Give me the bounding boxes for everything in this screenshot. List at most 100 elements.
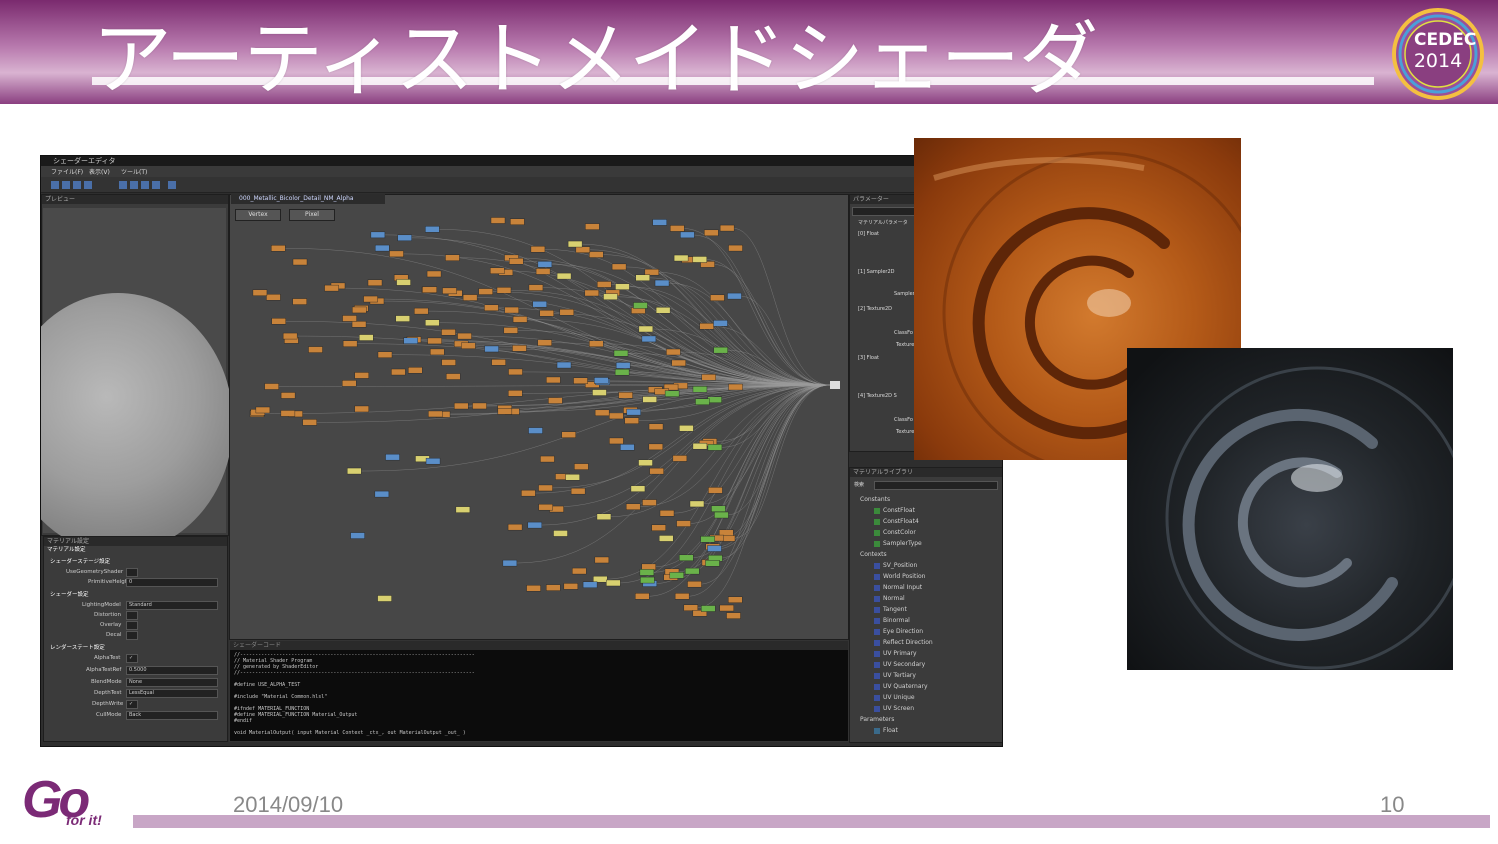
shader-node[interactable] bbox=[546, 584, 561, 591]
shader-node[interactable] bbox=[292, 258, 308, 266]
library-item[interactable]: Tangent bbox=[874, 606, 907, 614]
shader-node[interactable] bbox=[574, 463, 589, 470]
node-graph-canvas[interactable] bbox=[229, 194, 849, 640]
graph-tab[interactable]: 000_Metallic_Bicolor_Detail_NM_Alpha bbox=[231, 194, 385, 204]
shader-node[interactable] bbox=[707, 545, 722, 552]
shader-node[interactable] bbox=[641, 335, 657, 343]
shader-node[interactable] bbox=[705, 560, 720, 567]
shader-node[interactable] bbox=[648, 443, 664, 451]
shader-node[interactable] bbox=[692, 386, 708, 393]
shader-node[interactable] bbox=[664, 390, 680, 397]
shader-node[interactable] bbox=[614, 368, 630, 376]
library-item[interactable]: UV Unique bbox=[874, 694, 915, 702]
shader-node[interactable] bbox=[589, 340, 604, 347]
shader-node[interactable] bbox=[701, 374, 716, 381]
param-tree-item[interactable]: [3] Float bbox=[858, 355, 879, 361]
shader-node[interactable] bbox=[655, 307, 671, 314]
depth-test-select[interactable]: LessEqual bbox=[126, 689, 218, 698]
shader-node[interactable] bbox=[708, 487, 723, 494]
toolbar-new-icon[interactable] bbox=[51, 181, 59, 189]
param-tree-item[interactable]: [2] Texture2D bbox=[858, 306, 892, 312]
shader-node[interactable] bbox=[342, 340, 358, 347]
vertex-stage-button[interactable]: Vertex bbox=[235, 209, 281, 221]
shader-node[interactable] bbox=[620, 444, 635, 451]
shader-node[interactable] bbox=[408, 367, 423, 374]
shader-node[interactable] bbox=[548, 397, 563, 404]
shader-node[interactable] bbox=[633, 302, 648, 309]
shader-node[interactable] bbox=[342, 380, 357, 387]
library-item[interactable]: UV Secondary bbox=[874, 661, 925, 669]
shader-node[interactable] bbox=[666, 348, 681, 356]
shader-node[interactable] bbox=[638, 325, 654, 333]
shader-node[interactable] bbox=[521, 489, 536, 497]
shader-node[interactable] bbox=[714, 511, 729, 519]
shader-node[interactable] bbox=[252, 289, 268, 296]
shader-node[interactable] bbox=[512, 316, 528, 323]
shader-node[interactable] bbox=[455, 506, 471, 513]
shader-node[interactable] bbox=[427, 337, 442, 345]
shader-node[interactable] bbox=[713, 346, 728, 354]
shader-node[interactable] bbox=[538, 503, 553, 511]
shader-node[interactable] bbox=[441, 329, 456, 336]
shader-node[interactable] bbox=[674, 593, 690, 600]
shader-node[interactable] bbox=[389, 250, 404, 258]
shader-node[interactable] bbox=[594, 377, 609, 384]
shader-node[interactable] bbox=[385, 453, 400, 461]
shader-node[interactable] bbox=[592, 389, 607, 396]
shader-node[interactable] bbox=[726, 612, 741, 619]
matset-section-header[interactable]: レンダーステート設定 bbox=[50, 645, 105, 652]
shader-node[interactable] bbox=[727, 292, 742, 300]
overlay-checkbox[interactable] bbox=[126, 621, 138, 630]
shader-node[interactable] bbox=[573, 377, 588, 385]
param-tree-item[interactable]: [0] Float bbox=[858, 231, 879, 237]
shader-node[interactable] bbox=[606, 579, 621, 587]
toolbar-compile-icon[interactable] bbox=[168, 181, 176, 189]
shader-node[interactable] bbox=[642, 396, 657, 403]
shader-node[interactable] bbox=[302, 419, 317, 426]
shader-node[interactable] bbox=[651, 524, 666, 531]
output-node[interactable] bbox=[830, 381, 840, 389]
library-item[interactable]: SV_Position bbox=[874, 562, 917, 570]
shader-node[interactable] bbox=[308, 346, 323, 353]
shader-node[interactable] bbox=[553, 530, 568, 537]
shader-node[interactable] bbox=[370, 231, 386, 239]
shader-node[interactable] bbox=[683, 604, 699, 611]
shader-node[interactable] bbox=[669, 572, 685, 579]
library-item[interactable]: Float bbox=[874, 727, 898, 735]
distortion-checkbox[interactable] bbox=[126, 611, 138, 620]
shader-node[interactable] bbox=[539, 310, 554, 317]
shader-node[interactable] bbox=[504, 306, 519, 314]
shader-node[interactable] bbox=[603, 293, 618, 300]
shader-node[interactable] bbox=[625, 503, 641, 510]
shader-node[interactable] bbox=[687, 580, 702, 588]
shader-node[interactable] bbox=[572, 567, 587, 575]
shader-node[interactable] bbox=[347, 467, 362, 475]
depth-write-checkbox[interactable]: ✓ bbox=[126, 700, 138, 709]
shader-node[interactable] bbox=[695, 398, 710, 405]
shader-node[interactable] bbox=[538, 484, 553, 492]
shader-node[interactable] bbox=[461, 342, 476, 349]
shader-node[interactable] bbox=[445, 373, 461, 380]
shader-node[interactable] bbox=[442, 287, 457, 295]
shader-node[interactable] bbox=[676, 520, 691, 527]
shader-node[interactable] bbox=[707, 444, 723, 451]
preview-viewport[interactable] bbox=[41, 208, 233, 553]
shader-node[interactable] bbox=[626, 408, 641, 416]
alpha-test-ref-field[interactable]: 0.5000 bbox=[126, 666, 218, 675]
shader-node[interactable] bbox=[556, 272, 572, 280]
shader-node[interactable] bbox=[472, 402, 487, 410]
shader-node[interactable] bbox=[728, 596, 743, 603]
shader-node[interactable] bbox=[641, 563, 656, 571]
shader-node[interactable] bbox=[609, 412, 624, 420]
shader-node[interactable] bbox=[567, 240, 583, 248]
toolbar-align-icon[interactable] bbox=[141, 181, 149, 189]
shader-node[interactable] bbox=[638, 459, 653, 467]
shader-node[interactable] bbox=[264, 383, 279, 390]
shader-node[interactable] bbox=[699, 323, 714, 330]
shader-node[interactable] bbox=[359, 334, 374, 341]
shader-node[interactable] bbox=[428, 410, 443, 418]
shader-node[interactable] bbox=[484, 345, 499, 353]
shader-node[interactable] bbox=[679, 554, 694, 562]
toolbar-undo-icon[interactable] bbox=[84, 181, 92, 189]
shader-node[interactable] bbox=[377, 351, 393, 358]
